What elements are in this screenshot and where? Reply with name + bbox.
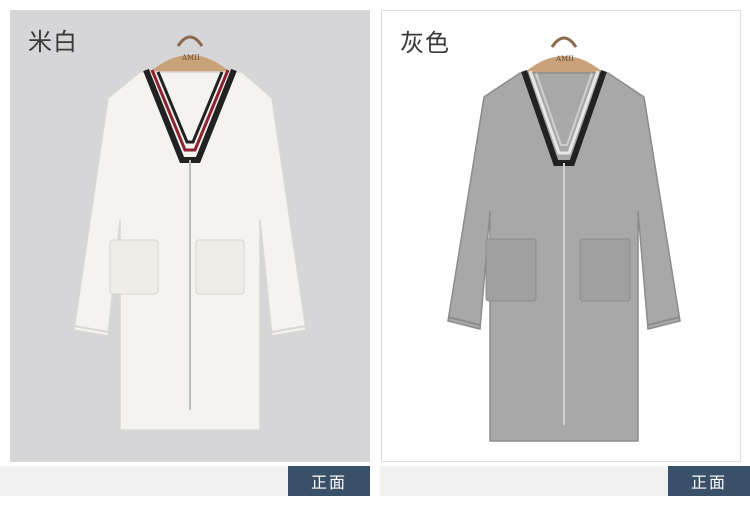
hanger-brand: AMII [181, 54, 200, 62]
view-label-tag: 正面 [668, 466, 750, 496]
view-label-tag: 正面 [288, 466, 370, 496]
cardigan-offwhite-image: AMII [73, 35, 307, 431]
product-image-offwhite: 米白 AMII [10, 10, 370, 462]
hanger-brand: AMII [555, 55, 574, 63]
product-image-gray: 灰色 AMII [381, 10, 741, 462]
caption-bar-left: 正面 [0, 466, 370, 496]
cardigan-gray-image: AMII [447, 36, 681, 442]
caption-bar-right: 正面 [380, 466, 750, 496]
